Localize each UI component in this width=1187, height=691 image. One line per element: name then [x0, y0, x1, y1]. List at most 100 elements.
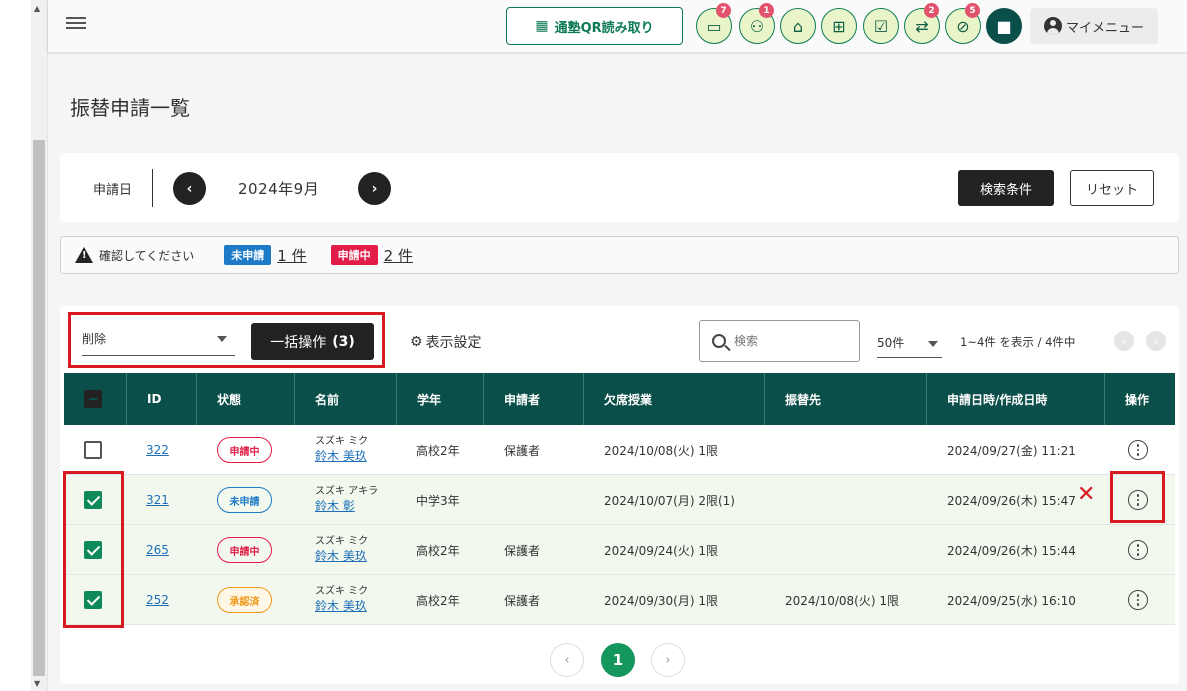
bulk-action-value: 削除 — [82, 332, 107, 346]
select-all-checkbox[interactable] — [84, 390, 102, 408]
absent-cell: 2024/10/07(月) 2限(1) — [604, 493, 735, 508]
search-condition-button[interactable]: 検索条件 — [958, 170, 1054, 206]
th-absent-class[interactable]: 欠席授業 — [583, 373, 764, 425]
search-icon — [712, 334, 726, 348]
pager-current-page[interactable]: 1 — [601, 643, 635, 677]
name-cell: スズキ ミク 鈴木 美玖 — [315, 575, 368, 625]
row-checkbox[interactable] — [84, 541, 102, 559]
row-id-link[interactable]: 252 — [146, 593, 169, 607]
prev-page-arrow[interactable]: ‹ — [1114, 331, 1134, 351]
status-cell: 申請中 — [217, 425, 272, 475]
cancel-button[interactable]: ⊘ 5 — [945, 3, 981, 44]
range-text: 1~4件 を表示 / 4件中 — [960, 335, 1076, 349]
row-checkbox[interactable] — [84, 591, 102, 609]
table-row: 321 未申請 スズキ アキラ 鈴木 彰 中学3年 2024/10/07(月) 2… — [64, 475, 1175, 525]
bulk-action-button[interactable]: 一括操作 (3) — [251, 323, 374, 360]
created-cell: 2024/09/25(水) 16:10 — [947, 593, 1076, 608]
people-badge: 1 — [759, 3, 774, 18]
scroll-down-icon[interactable]: ▼ — [34, 679, 40, 688]
th-status[interactable]: 状態 — [196, 373, 294, 425]
divider — [152, 169, 153, 207]
actions-cell — [1128, 525, 1148, 575]
message-button[interactable]: ▭ 7 — [696, 3, 732, 44]
display-settings-button[interactable]: ⚙ 表示設定 — [410, 332, 482, 352]
transfer-badge: 2 — [924, 3, 939, 18]
grade-cell: 高校2年 — [416, 593, 460, 608]
next-page-arrow[interactable]: › — [1146, 331, 1166, 351]
scroll-up-icon[interactable]: ▲ — [34, 4, 40, 13]
name-cell: スズキ アキラ 鈴木 彰 — [315, 475, 378, 525]
th-grade[interactable]: 学年 — [396, 373, 483, 425]
row-id-link[interactable]: 322 — [146, 443, 169, 457]
student-name-link[interactable]: 鈴木 美玖 — [315, 599, 368, 614]
name-kana: スズキ ミク — [315, 436, 369, 448]
chevron-left-icon: ‹ — [564, 652, 570, 668]
left-panel: ▲ ▼ — [0, 0, 48, 691]
transfer-button[interactable]: ⇄ 2 — [904, 3, 940, 44]
unapplied-tag: 未申請 — [224, 245, 272, 265]
more-vert-icon[interactable] — [1128, 590, 1148, 610]
student-name-link[interactable]: 鈴木 美玖 — [315, 449, 368, 464]
warning-icon — [75, 247, 93, 263]
checklist-button[interactable]: ☑ — [863, 8, 899, 44]
more-vert-icon[interactable] — [1128, 440, 1148, 460]
actions-cell — [1128, 425, 1148, 475]
status-cell: 申請中 — [217, 525, 272, 575]
student-name-link[interactable]: 鈴木 彰 — [315, 499, 378, 514]
chevron-left-icon: ‹ — [186, 180, 193, 197]
absent-cell: 2024/09/24(火) 1限 — [604, 543, 718, 558]
qr-scan-button[interactable]: ▦ 通塾QR読み取り — [506, 7, 683, 45]
pager-next-button[interactable]: › — [651, 643, 685, 677]
unapplied-count-link[interactable]: 1 件 — [277, 245, 306, 266]
message-badge: 7 — [716, 3, 731, 18]
gift-button[interactable]: ⊞ — [821, 8, 857, 44]
dropdown-arrow-icon — [928, 341, 938, 347]
row-checkbox[interactable] — [84, 491, 102, 509]
per-page-select[interactable]: 50件 — [877, 334, 942, 358]
school-button[interactable]: ⌂ — [780, 8, 816, 44]
prev-month-button[interactable]: ‹ — [173, 172, 206, 205]
grade-cell: 中学3年 — [416, 493, 460, 508]
grade-cell: 高校2年 — [416, 443, 460, 458]
applicant-cell: 保護者 — [504, 593, 541, 608]
id-cell: 265 — [146, 525, 169, 575]
cancel-badge: 5 — [965, 3, 980, 18]
more-vert-icon[interactable] — [1128, 490, 1148, 510]
date-filter-card: 申請日 ‹ 2024年9月 › 検索条件 リセット — [60, 153, 1179, 222]
row-id-link[interactable]: 265 — [146, 543, 169, 557]
status-badge: 申請中 — [217, 537, 272, 563]
scrollbar-thumb[interactable] — [33, 140, 45, 676]
next-month-button[interactable]: › — [358, 172, 391, 205]
th-transfer[interactable]: 振替先 — [764, 373, 926, 425]
id-cell: 321 — [146, 475, 169, 525]
checklist-icon: ☑ — [873, 16, 889, 36]
chat-button[interactable]: ■ — [986, 8, 1022, 44]
created-cell: 2024/09/26(木) 15:47 — [947, 493, 1076, 508]
bulk-action-select[interactable]: 削除 — [82, 324, 235, 356]
transfer-arrows-icon: ⇄ — [915, 16, 929, 36]
name-kana: スズキ アキラ — [315, 486, 379, 498]
row-checkbox[interactable] — [84, 441, 102, 459]
row-id-link[interactable]: 321 — [146, 493, 169, 507]
student-name-link[interactable]: 鈴木 美玖 — [315, 549, 368, 564]
th-created[interactable]: 申請日時/作成日時 — [926, 373, 1104, 425]
people-button[interactable]: ⚇ 1 — [739, 3, 775, 44]
th-name[interactable]: 名前 — [294, 373, 396, 425]
search-input[interactable] — [734, 334, 834, 348]
status-badge: 承認済 — [217, 587, 272, 613]
chat-icon: ■ — [996, 16, 1012, 36]
th-id[interactable]: ID — [126, 373, 196, 425]
search-box[interactable] — [699, 320, 860, 362]
status-cell: 承認済 — [217, 575, 272, 625]
more-vert-icon[interactable] — [1128, 540, 1148, 560]
my-menu-label: マイメニュー — [1065, 20, 1144, 36]
hamburger-menu-icon[interactable] — [66, 14, 86, 34]
my-menu-button[interactable]: マイメニュー — [1030, 8, 1158, 44]
th-applicant[interactable]: 申請者 — [483, 373, 583, 425]
applying-tag: 申請中 — [330, 245, 378, 265]
pager-prev-button[interactable]: ‹ — [550, 643, 584, 677]
created-cell: 2024/09/27(金) 11:21 — [947, 443, 1076, 458]
reset-button[interactable]: リセット — [1070, 170, 1154, 206]
table-row: 265 申請中 スズキ ミク 鈴木 美玖 高校2年 保護者 2024/09/24(… — [64, 525, 1175, 575]
applying-count-link[interactable]: 2 件 — [384, 245, 413, 266]
